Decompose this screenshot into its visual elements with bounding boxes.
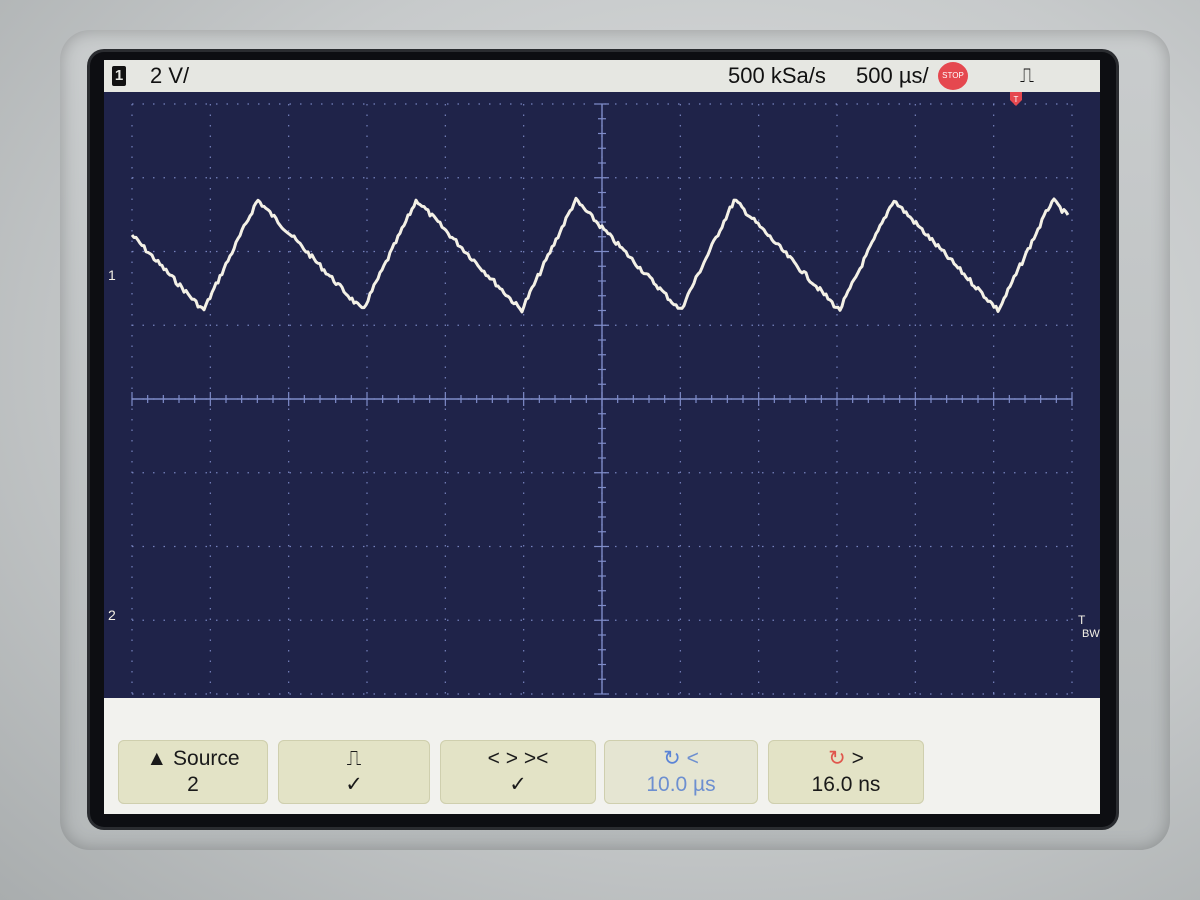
checkmark-icon: ✓ bbox=[509, 773, 527, 796]
softkey-source-value: 2 bbox=[187, 773, 199, 796]
channel1-trace bbox=[130, 196, 1070, 314]
softkey-qualifier[interactable]: < > >< ✓ bbox=[440, 740, 596, 804]
trigger-mode-icon: ⎍ bbox=[1020, 65, 1034, 87]
softkey-source-label: ▲ Source bbox=[146, 747, 240, 770]
channel2-ground-marker: 2 bbox=[108, 607, 116, 623]
rotary-knob-icon: ↻ bbox=[828, 747, 846, 770]
center-axes bbox=[131, 103, 1073, 695]
softkey-greater-than[interactable]: ↻ > 16.0 ns bbox=[768, 740, 924, 804]
pulse-icon: ⎍ bbox=[346, 747, 362, 770]
qualifier-icons: < > >< bbox=[487, 747, 549, 770]
less-than-value: 10.0 µs bbox=[646, 773, 716, 796]
bw-limit-label: BW bbox=[1082, 628, 1100, 640]
softkey-source[interactable]: ▲ Source 2 bbox=[118, 740, 268, 804]
trigger-level-marker: T bbox=[1078, 613, 1086, 627]
status-bar: 1 2 V/ 500 kSa/s 500 µs/ STOP ⎍ bbox=[104, 60, 1100, 92]
greater-than-label: > bbox=[851, 747, 864, 770]
channel-badge: 1 bbox=[112, 66, 126, 86]
softkey-menu: ▲ Source 2 ⎍ ✓ < > >< ✓ ↻ < 10.0 µs ↻ > … bbox=[104, 698, 1100, 814]
channel-scale: 2 V/ bbox=[150, 63, 190, 88]
channel1-ground-marker: 1 bbox=[108, 267, 116, 283]
stop-badge: STOP bbox=[938, 62, 968, 90]
waveform-display: T 1 2 T BW bbox=[104, 92, 1100, 698]
rotary-knob-icon: ↻ bbox=[663, 747, 681, 770]
softkey-pulse-mode[interactable]: ⎍ ✓ bbox=[278, 740, 430, 804]
softkey-less-than[interactable]: ↻ < 10.0 µs bbox=[604, 740, 758, 804]
less-than-label: < bbox=[686, 747, 699, 770]
sample-rate: 500 kSa/s bbox=[728, 63, 826, 88]
timebase: 500 µs/ bbox=[856, 63, 929, 88]
trigger-position-label: T bbox=[1014, 95, 1019, 104]
checkmark-icon: ✓ bbox=[345, 773, 363, 796]
greater-than-value: 16.0 ns bbox=[811, 773, 881, 796]
